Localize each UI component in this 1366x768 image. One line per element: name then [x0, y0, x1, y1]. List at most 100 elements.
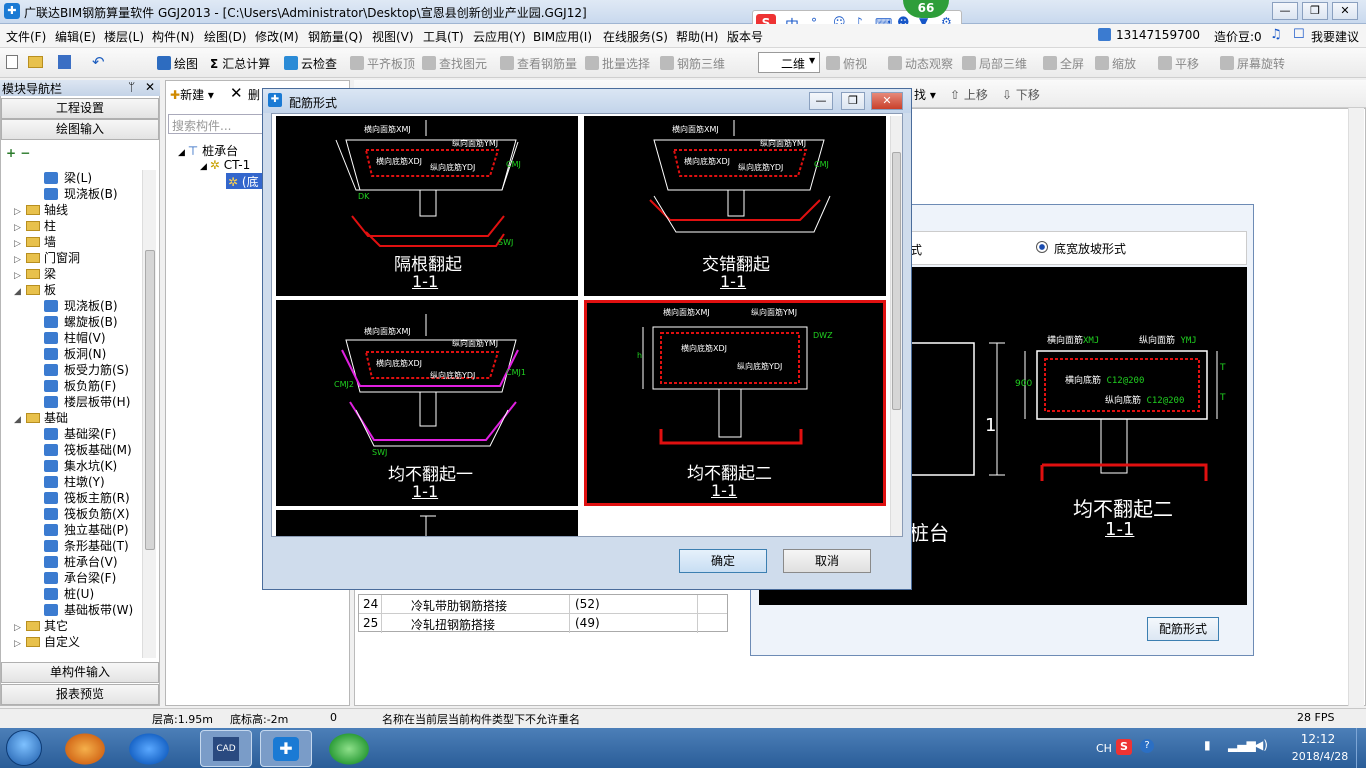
menu-bim[interactable]: BIM应用(I)	[533, 28, 592, 45]
tree-node-ct1[interactable]: ◢ ✲ CT-1	[200, 158, 250, 172]
delete-label[interactable]: 删	[248, 86, 260, 103]
option-card-1[interactable]: 横向面筋XMJ 纵向面筋YMJ 横向底筋XDJ 纵向底筋YDJ CMJ DK S…	[276, 116, 578, 296]
tree-item[interactable]: 筏板主筋(R)	[44, 490, 130, 506]
browser-icon[interactable]	[126, 731, 172, 767]
minimize-button[interactable]: —	[1272, 2, 1298, 20]
tree-folder[interactable]: ▷ 轴线	[14, 202, 68, 218]
tree-folder[interactable]: ▷ 梁	[14, 266, 56, 282]
tree-folder[interactable]: ▷ 柱	[14, 218, 56, 234]
tree-item[interactable]: 梁(L)	[44, 170, 92, 186]
local-3d-button[interactable]: 局部三维	[962, 55, 1027, 72]
expand-all-icon[interactable]: + −	[6, 146, 30, 160]
start-button[interactable]	[6, 730, 42, 766]
menu-cloud[interactable]: 云应用(Y)	[473, 28, 526, 45]
rotate-button[interactable]: 屏幕旋转	[1220, 55, 1285, 72]
nav-scroll-thumb[interactable]	[145, 250, 155, 550]
tree-item[interactable]: 桩(U)	[44, 586, 94, 602]
dialog-maximize-button[interactable]: ❐	[841, 92, 865, 110]
tree-folder[interactable]: ▷ 门窗洞	[14, 250, 80, 266]
view-rebar-button[interactable]: 查看钢筋量	[500, 55, 577, 72]
tree-leaf-selected[interactable]: ✲ (底	[226, 173, 266, 189]
ok-button[interactable]: 确定	[679, 549, 767, 573]
tree-item[interactable]: 板负筋(F)	[44, 378, 116, 394]
sogou-tray-icon[interactable]: S	[1116, 739, 1132, 755]
dialog-scrollbar[interactable]	[890, 116, 902, 536]
find-element-button[interactable]: 查找图元	[422, 55, 487, 72]
option-card-5-partial[interactable]	[276, 510, 578, 536]
pan-button[interactable]: 平移	[1158, 55, 1199, 72]
tree-folder[interactable]: ◢ 基础	[14, 410, 68, 426]
sum-button[interactable]: Σ 汇总计算	[210, 55, 270, 72]
dialog-close-button[interactable]: ✕	[871, 92, 903, 110]
suggest-link[interactable]: 我要建议	[1311, 28, 1359, 45]
input-lang[interactable]: CH	[1096, 742, 1112, 755]
fullscreen-button[interactable]: 全屏	[1043, 55, 1084, 72]
menu-floor[interactable]: 楼层(L)	[104, 28, 144, 45]
refresh-app-icon[interactable]	[326, 731, 372, 767]
save-icon[interactable]	[58, 55, 71, 69]
volume-icon[interactable]: ◀)	[1254, 738, 1268, 752]
menu-tools[interactable]: 工具(T)	[423, 28, 464, 45]
tree-item[interactable]: 筏板负筋(X)	[44, 506, 130, 522]
tree-root-pile-cap[interactable]: ◢ ⊤ 桩承台	[178, 142, 238, 159]
bell-icon[interactable]: ♫	[1270, 27, 1282, 42]
tree-item[interactable]: 基础梁(F)	[44, 426, 116, 442]
tree-item[interactable]: 板受力筋(S)	[44, 362, 129, 378]
tree-item[interactable]: 现浇板(B)	[44, 298, 118, 314]
rebar-3d-button[interactable]: 钢筋三维	[660, 55, 725, 72]
cad-taskbar-button[interactable]: CAD	[200, 730, 252, 767]
undo-icon[interactable]: ↶	[92, 53, 105, 71]
drawing-input-button[interactable]: 绘图输入	[1, 119, 159, 140]
tree-item[interactable]: 条形基础(T)	[44, 538, 129, 554]
tree-folder[interactable]: ◢ 板	[14, 282, 56, 298]
tree-item[interactable]: 楼层板带(H)	[44, 394, 130, 410]
nav-scrollbar[interactable]	[142, 170, 156, 658]
menu-component[interactable]: 构件(N)	[152, 28, 194, 45]
report-preview-button[interactable]: 报表预览	[1, 684, 159, 705]
open-file-icon[interactable]	[28, 56, 43, 68]
option-card-4-selected[interactable]: 横向面筋XMJ 纵向面筋YMJ 横向底筋XDJ 纵向底筋YDJ h DWZ 均不…	[584, 300, 886, 506]
tree-item[interactable]: 现浇板(B)	[44, 186, 118, 202]
tree-item[interactable]: 板洞(N)	[44, 346, 106, 362]
dialog-minimize-button[interactable]: —	[809, 92, 833, 110]
dialog-scroll-thumb[interactable]	[892, 152, 901, 410]
project-settings-button[interactable]: 工程设置	[1, 98, 159, 119]
option-card-2[interactable]: 横向面筋XMJ 纵向面筋YMJ 横向底筋XDJ 纵向底筋YDJ CMJ 交错翻起…	[584, 116, 886, 296]
radio-slope[interactable]	[1036, 241, 1048, 253]
rebar-form-button[interactable]: 配筋形式	[1147, 617, 1219, 641]
draw-button[interactable]: 绘图	[157, 55, 198, 72]
account-phone[interactable]: 13147159700	[1116, 28, 1200, 42]
chat-icon[interactable]: ☐	[1293, 27, 1305, 42]
menu-help[interactable]: 帮助(H)	[676, 28, 718, 45]
single-input-button[interactable]: 单构件输入	[1, 662, 159, 683]
cancel-button[interactable]: 取消	[783, 549, 871, 573]
menu-online[interactable]: 在线服务(S)	[603, 28, 668, 45]
signal-icon[interactable]: ▂▄▆	[1228, 738, 1256, 752]
tree-folder[interactable]: ▷ 其它	[14, 618, 68, 634]
expand-icon[interactable]: ▷	[14, 636, 23, 652]
delete-icon[interactable]: ✕	[230, 84, 243, 102]
zaojia-beans[interactable]: 造价豆:0	[1214, 28, 1262, 45]
menu-view[interactable]: 视图(V)	[372, 28, 414, 45]
menu-draw[interactable]: 绘图(D)	[204, 28, 247, 45]
close-icon[interactable]: ✕	[145, 80, 155, 94]
menu-file[interactable]: 文件(F)	[6, 28, 46, 45]
tree-item[interactable]: 桩承台(V)	[44, 554, 118, 570]
pin-icon[interactable]: ᛘ	[128, 80, 135, 94]
table-row[interactable]: 25 冷轧扭钢筋搭接 (49)	[359, 614, 727, 633]
media-app-icon[interactable]	[62, 731, 108, 767]
menu-version[interactable]: 版本号	[727, 28, 763, 45]
collapse-icon[interactable]: ◢	[14, 284, 23, 300]
tree-item[interactable]: 螺旋板(B)	[44, 314, 118, 330]
menu-modify[interactable]: 修改(M)	[255, 28, 299, 45]
maximize-button[interactable]: ❐	[1302, 2, 1328, 20]
tree-folder[interactable]: ▷ 自定义	[14, 634, 80, 650]
menu-edit[interactable]: 编辑(E)	[55, 28, 96, 45]
view-mode-select[interactable]: 二维 ▼	[758, 52, 820, 73]
close-button[interactable]: ✕	[1332, 2, 1358, 20]
tree-item[interactable]: 柱墩(Y)	[44, 474, 105, 490]
tree-item[interactable]: 筏板基础(M)	[44, 442, 132, 458]
tree-item[interactable]: 柱帽(V)	[44, 330, 106, 346]
tree-item[interactable]: 集水坑(K)	[44, 458, 117, 474]
tree-folder[interactable]: ▷ 墙	[14, 234, 56, 250]
